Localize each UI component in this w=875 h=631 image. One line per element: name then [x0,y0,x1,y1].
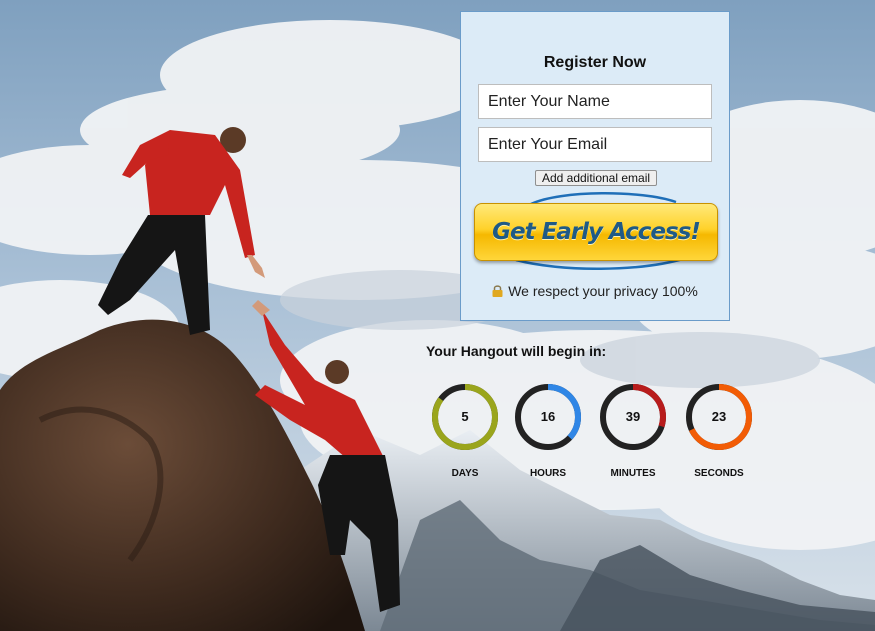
countdown-days: 5 DAYS [430,382,504,482]
countdown-minutes: 39 MINUTES [598,382,672,482]
name-input[interactable] [478,84,712,119]
email-input[interactable] [478,127,712,162]
hours-value: 16 [540,409,556,424]
seconds-value: 23 [711,409,727,424]
days-value: 5 [461,409,469,424]
add-additional-email-button[interactable]: Add additional email [535,170,657,186]
hero-background-photo [0,0,875,631]
lock-icon [492,284,503,300]
hours-label: HOURS [529,468,567,479]
minutes-label: MINUTES [610,468,656,479]
get-early-access-label: Get Early Access! [492,219,701,245]
countdown-hours: 16 HOURS [513,382,587,482]
seconds-label: SECONDS [694,468,744,479]
countdown-title: Your Hangout will begin in: [426,343,607,359]
minutes-value: 39 [625,409,641,424]
countdown-seconds: 23 SECONDS [684,382,758,482]
register-panel: Register Now Add additional email Get Ea… [460,11,730,321]
privacy-note: We respect your privacy 100% [461,283,729,300]
privacy-text: We respect your privacy 100% [508,283,698,299]
days-label: DAYS [451,468,479,479]
get-early-access-button[interactable]: Get Early Access! [474,203,718,261]
register-title: Register Now [543,54,647,71]
early-access-button-wrapper: Get Early Access! [471,188,721,270]
